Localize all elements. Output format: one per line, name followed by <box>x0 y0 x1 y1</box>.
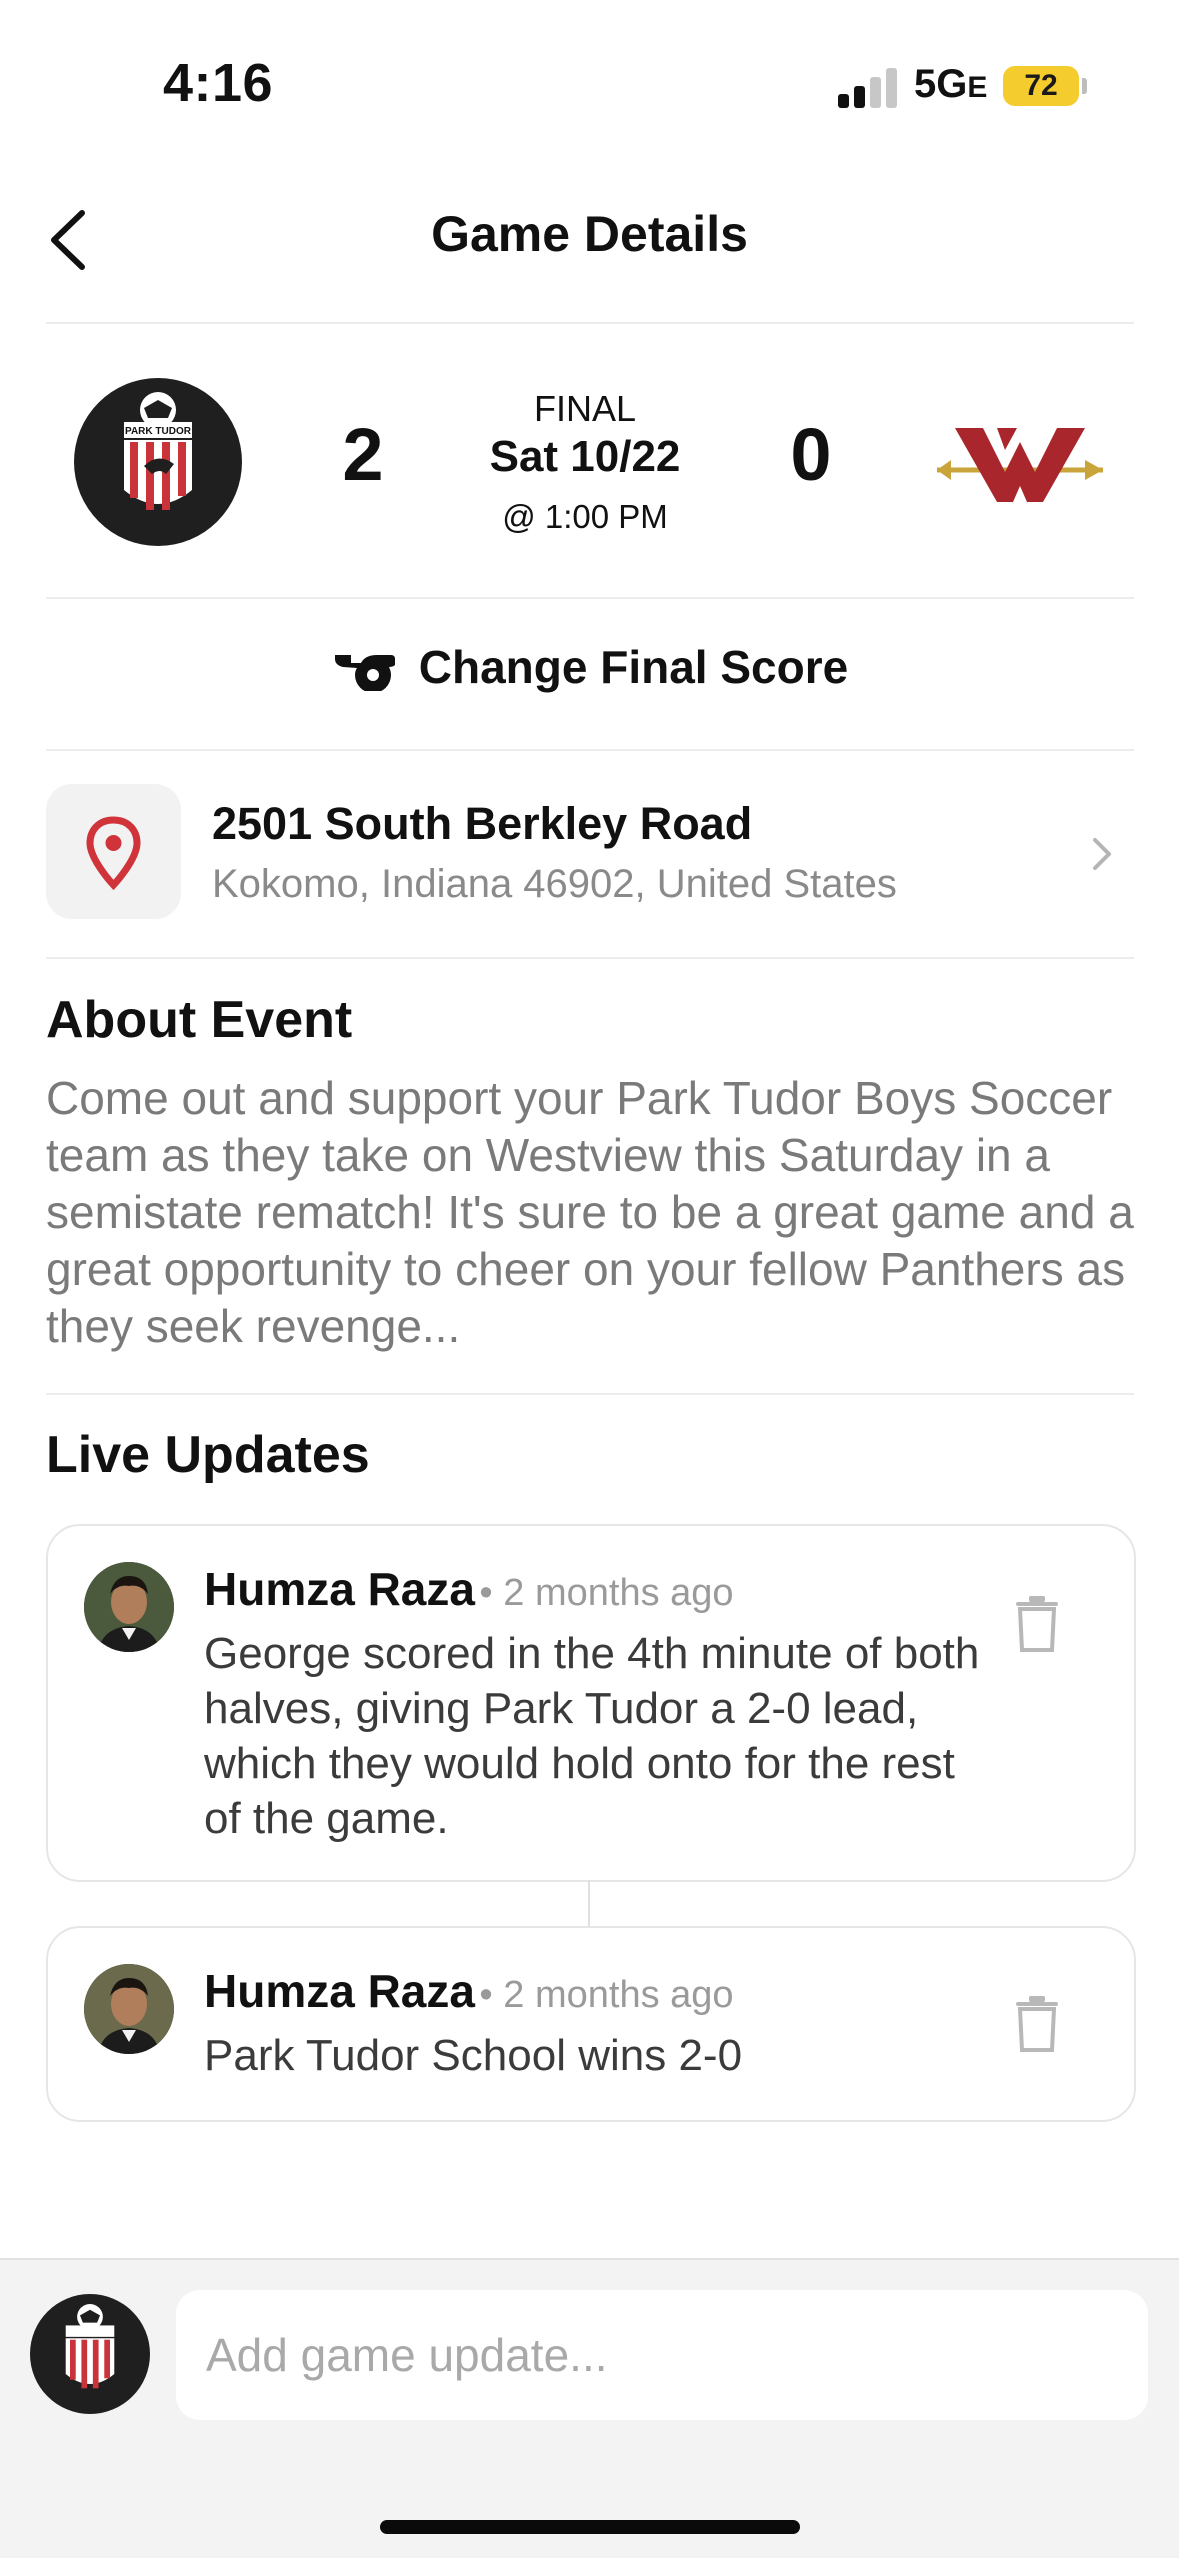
update-card: Humza Raza • 2 months ago Park Tudor Sch… <box>46 1926 1136 2122</box>
status-time: 4:16 <box>163 53 274 113</box>
avatar[interactable] <box>84 1964 174 2054</box>
game-date: Sat 10/22 <box>489 432 681 481</box>
about-heading: About Event <box>46 991 353 1049</box>
divider <box>46 597 1134 599</box>
divider <box>46 749 1134 751</box>
location-icon-tile[interactable] <box>46 784 181 919</box>
whistle-icon <box>334 654 395 691</box>
network-indicator: 5GE <box>914 62 987 107</box>
home-indicator[interactable] <box>380 2520 800 2534</box>
update-text: Park Tudor School wins 2-0 <box>204 2031 743 2080</box>
add-update-input[interactable] <box>176 2290 1148 2420</box>
chevron-right-icon[interactable] <box>1090 835 1114 873</box>
trash-icon[interactable] <box>1014 1594 1060 1652</box>
update-author: Humza Raza <box>204 1965 475 2017</box>
page-title: Game Details <box>431 206 748 262</box>
home-team-logo: PARK TUDOR <box>74 378 242 546</box>
update-time: • 2 months ago <box>479 1974 734 2016</box>
update-header: Humza Raza • 2 months ago <box>204 1562 734 1616</box>
live-updates-heading: Live Updates <box>46 1426 370 1484</box>
location-city[interactable]: Kokomo, Indiana 46902, United States <box>212 862 897 907</box>
battery-icon: 72 <box>1003 66 1079 106</box>
signal-icon <box>838 66 900 108</box>
battery-nub <box>1082 78 1087 94</box>
composer-avatar <box>30 2294 150 2414</box>
map-pin-icon <box>86 816 141 891</box>
trash-icon[interactable] <box>1014 1994 1060 2052</box>
network-suffix: E <box>967 71 988 104</box>
back-button[interactable] <box>44 205 94 275</box>
thread-connector <box>588 1880 590 1926</box>
chevron-left-icon <box>51 210 85 270</box>
about-text: Come out and support your Park Tudor Boy… <box>46 1072 1134 1352</box>
update-time: • 2 months ago <box>479 1572 734 1614</box>
away-team-logo <box>937 428 1103 502</box>
update-card: Humza Raza • 2 months ago George scored … <box>46 1524 1136 1882</box>
divider <box>46 322 1134 324</box>
update-author: Humza Raza <box>204 1563 475 1615</box>
location-street[interactable]: 2501 South Berkley Road <box>212 798 752 850</box>
update-text: George scored in the 4th minute of both … <box>204 1629 980 1843</box>
game-time: @ 1:00 PM <box>502 498 668 535</box>
home-team-logo-text: PARK TUDOR <box>125 426 192 437</box>
update-header: Humza Raza • 2 months ago <box>204 1964 734 2018</box>
game-status: FINAL <box>533 388 637 429</box>
divider <box>46 957 1134 959</box>
avatar[interactable] <box>84 1562 174 1652</box>
home-score: 2 <box>342 413 384 496</box>
change-final-score-button[interactable]: Change Final Score <box>0 640 1179 694</box>
network-type: 5G <box>914 62 968 106</box>
change-final-score-label: Change Final Score <box>418 641 849 693</box>
divider <box>46 1393 1134 1395</box>
away-score: 0 <box>790 413 832 496</box>
